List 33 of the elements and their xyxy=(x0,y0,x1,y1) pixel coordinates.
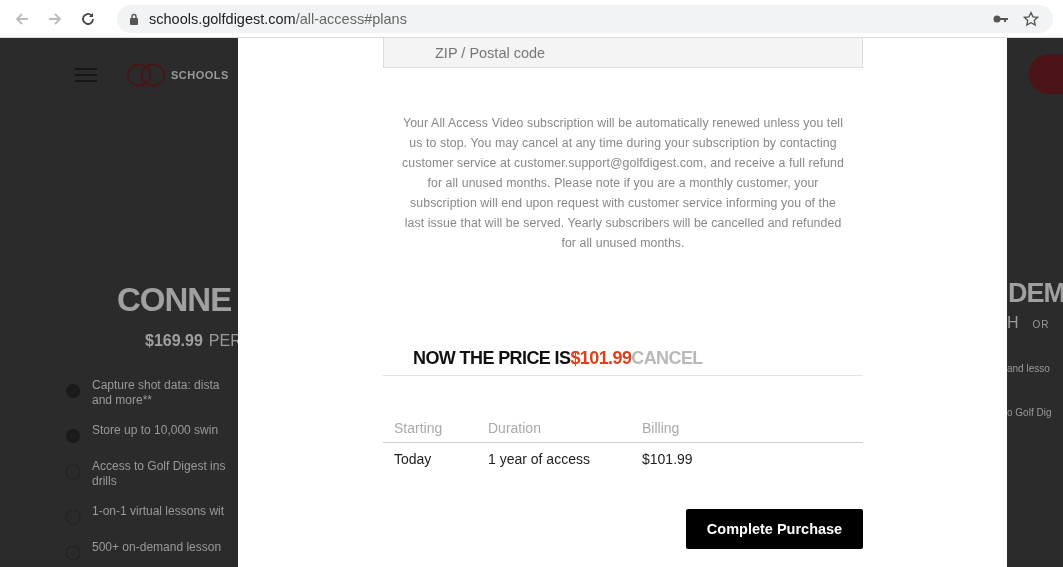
price-label: NOW THE PRICE IS xyxy=(413,348,571,368)
plan-price: $169.99 xyxy=(145,332,203,350)
table-cell: Today xyxy=(383,442,477,467)
column-header: Starting xyxy=(383,420,477,443)
reload-icon[interactable] xyxy=(80,10,96,27)
discount-price: $101.99 xyxy=(570,348,632,368)
star-icon[interactable] xyxy=(1023,10,1039,27)
plan-title: DEM xyxy=(1008,277,1063,310)
plan-title: CONNE xyxy=(117,280,233,320)
feature-text: Access to Golf Digest ins xyxy=(92,459,226,474)
feature-text: 500+ on-demand lesson xyxy=(92,540,222,555)
table-cell: $101.99 xyxy=(631,442,863,467)
logo-icon xyxy=(127,61,165,89)
feature-text: and more** xyxy=(92,393,154,408)
table-cell: 1 year of access xyxy=(477,442,631,467)
price-unit: H xyxy=(1007,314,1019,332)
column-header: Duration xyxy=(477,420,631,443)
url-host: schools.golfdigest.com xyxy=(149,10,296,27)
feature-text: and lesso xyxy=(1007,363,1051,374)
feature-text: Store up to 10,000 swin xyxy=(92,423,219,438)
or-text: OR xyxy=(1032,319,1050,330)
address-bar[interactable]: schools.golfdigest.com/all-access#plans xyxy=(117,4,1053,33)
feature-text: drills xyxy=(92,474,118,489)
complete-purchase-button[interactable]: Complete Purchase xyxy=(686,509,863,549)
logo-text: SCHOOLS xyxy=(171,69,229,81)
feature-text: o Golf Dig xyxy=(1007,407,1053,418)
url-path: /all-access#plans xyxy=(295,10,407,27)
lock-icon xyxy=(129,12,139,25)
renewal-notice: Your All Access Video subscription will be automatically renewed unless you tell us to stop. You may cancel at any time during your subscription by contacting customer service at customer.support@golfdigest.com, and receive a full refund for all unused months. Please note if you are a monthly customer, your subscription will end upon request with customer service informing you of the last issue that will be served. Yearly subscribers will be cancelled and refunded for all unused months. xyxy=(401,115,845,252)
column-header: Billing xyxy=(631,420,863,443)
feature-text: 1-on-1 virtual lessons wit xyxy=(92,504,225,519)
zip-field[interactable]: ZIP / Postal code xyxy=(383,38,863,68)
feature-text: Capture shot data: dista xyxy=(92,378,220,393)
